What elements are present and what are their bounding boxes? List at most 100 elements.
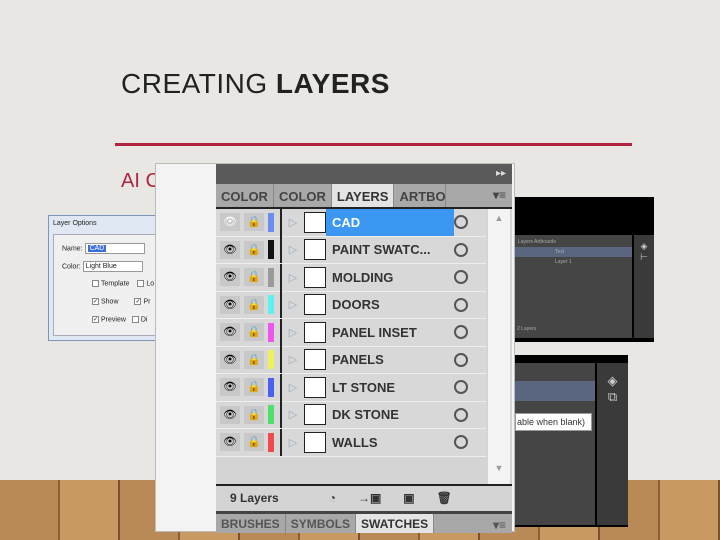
dim-label: Di: [140, 316, 148, 324]
cc-layer-row[interactable]: Layer 1: [515, 257, 632, 267]
layer-row[interactable]: 👁 🔒 ▷ LT STONE: [216, 373, 486, 402]
divider: [280, 236, 282, 264]
layer-row[interactable]: 👁 🔒 ▷ DK STONE: [216, 401, 486, 429]
divider: [280, 373, 282, 401]
layer-name: DK STONE: [332, 407, 399, 423]
new-layer-icon[interactable]: ▣: [403, 491, 414, 505]
expand-triangle-icon[interactable]: ▷: [286, 216, 300, 229]
expand-triangle-icon[interactable]: ▷: [286, 408, 300, 421]
target-circle-icon[interactable]: [454, 297, 468, 312]
lock-icon[interactable]: 🔒: [244, 323, 264, 342]
tab-layers[interactable]: LAYERS: [331, 184, 395, 207]
layer-row[interactable]: 👁 🔒 ▷ WALLS: [216, 428, 486, 457]
expand-triangle-icon[interactable]: ▷: [286, 381, 300, 394]
dim-checkbox[interactable]: [131, 316, 139, 323]
name-field[interactable]: CAD: [84, 243, 145, 254]
lock-icon[interactable]: 🔒: [244, 240, 264, 259]
layer-thumbnail: [304, 404, 326, 426]
eye-icon[interactable]: 👁: [220, 405, 240, 424]
layer-row[interactable]: 👁 🔒 ▷ MOLDING: [216, 263, 486, 292]
lock-icon[interactable]: 🔒: [244, 433, 264, 452]
layer-thumbnail: [304, 239, 326, 261]
tab-artboards[interactable]: ARTBO: [394, 184, 447, 207]
layer-list: 👁 🔒 ▷ CAD 👁 🔒 ▷ PAINT SWATC... 👁 🔒 ▷ MOLDING 👁 🔒 ▷ DOOR…: [216, 208, 486, 457]
preview-checkbox[interactable]: ✓: [92, 316, 99, 323]
cc-layer-row-selected[interactable]: [515, 381, 595, 401]
divider: [280, 291, 282, 319]
dialog-title: Layer Options: [53, 220, 97, 227]
tab-symbols[interactable]: SYMBOLS: [286, 514, 357, 533]
eye-icon[interactable]: 👁: [220, 240, 240, 259]
name-label: Name:: [62, 245, 83, 253]
lock-icon[interactable]: 🔒: [244, 378, 264, 397]
eye-icon[interactable]: 👁: [220, 350, 240, 369]
cc-layers-panel-screenshot: Layers Artboards Text Layer 1 2 Layers ◈…: [515, 197, 654, 342]
eye-icon[interactable]: 👁: [220, 295, 240, 314]
expand-triangle-icon[interactable]: ▷: [286, 243, 300, 256]
expand-triangle-icon[interactable]: ▷: [286, 436, 300, 449]
layer-name: CAD: [326, 209, 454, 236]
cc-tab-layers[interactable]: Layers: [518, 239, 533, 245]
lock-icon[interactable]: 🔒: [244, 350, 264, 369]
layer-name: PAINT SWATC...: [332, 242, 431, 258]
target-circle-icon[interactable]: [454, 242, 468, 257]
collapse-panel-button[interactable]: ▸▸: [216, 164, 512, 184]
layer-row[interactable]: 👁 🔒 ▷ PAINT SWATC...: [216, 236, 486, 264]
target-circle-icon[interactable]: [454, 325, 468, 340]
eye-icon[interactable]: 👁: [220, 268, 240, 287]
target-circle-icon[interactable]: [454, 270, 468, 285]
artboards-icon[interactable]: ⧉: [597, 389, 628, 405]
color-label: Color:: [62, 263, 81, 271]
template-checkbox[interactable]: [92, 280, 99, 287]
show-label: Show: [101, 298, 119, 306]
slide-title: CREATING LAYERS: [121, 68, 390, 99]
eye-icon[interactable]: 👁: [220, 213, 240, 232]
tooltip: able when blank): [515, 413, 592, 431]
print-checkbox[interactable]: ✓: [134, 298, 142, 305]
expand-triangle-icon[interactable]: ▷: [286, 298, 300, 311]
layer-row[interactable]: 👁 🔒 ▷ CAD: [216, 208, 486, 237]
lock-icon[interactable]: 🔒: [244, 405, 264, 424]
panel-footer: 9 Layers ◔ →▣ ▣ 🗑: [216, 484, 512, 510]
layer-row[interactable]: 👁 🔒 ▷ PANELS: [216, 346, 486, 374]
layer-row[interactable]: 👁 🔒 ▷ DOORS: [216, 291, 486, 319]
show-checkbox[interactable]: ✓: [92, 298, 99, 305]
target-circle-icon[interactable]: [454, 407, 468, 422]
target-circle-icon[interactable]: [454, 380, 468, 395]
lock-icon[interactable]: 🔒: [244, 268, 264, 287]
tab-color-guide[interactable]: COLOR: [274, 184, 332, 207]
target-circle-icon[interactable]: [454, 352, 468, 367]
expand-triangle-icon[interactable]: ▷: [286, 326, 300, 339]
layers-icon[interactable]: ◈: [597, 373, 628, 389]
make-clipping-mask-icon[interactable]: ◔: [329, 491, 336, 505]
trash-icon[interactable]: 🗑: [437, 491, 452, 505]
divider: [280, 318, 282, 346]
eye-icon[interactable]: 👁: [220, 378, 240, 397]
layers-icon[interactable]: ◈: [634, 241, 654, 252]
tab-color[interactable]: COLOR: [216, 184, 274, 207]
expand-triangle-icon[interactable]: ▷: [286, 353, 300, 366]
lock-icon[interactable]: 🔒: [244, 213, 264, 232]
divider: [280, 401, 282, 429]
artboards-icon[interactable]: ⊢: [634, 252, 654, 263]
panel-menu-icon[interactable]: ▾≡: [487, 184, 512, 207]
layer-row[interactable]: 👁 🔒 ▷ PANEL INSET: [216, 318, 486, 347]
eye-icon[interactable]: 👁: [220, 433, 240, 452]
tab-swatches[interactable]: SWATCHES: [356, 514, 435, 533]
cc-layer-row[interactable]: Text: [515, 247, 632, 257]
create-sublayer-icon[interactable]: →▣: [358, 491, 381, 505]
expand-triangle-icon[interactable]: ▷: [286, 271, 300, 284]
bottom-panel-menu-icon[interactable]: ▾≡: [487, 514, 512, 533]
eye-icon[interactable]: 👁: [220, 323, 240, 342]
cc-tab-artboards[interactable]: Artboards: [534, 239, 556, 245]
layer-thumbnail: [304, 294, 326, 316]
scrollbar[interactable]: ▲ ▼: [488, 209, 510, 484]
title-divider: [115, 143, 632, 146]
target-circle-icon[interactable]: [454, 435, 468, 450]
layer-name: PANELS: [332, 352, 384, 368]
target-circle-icon[interactable]: [454, 215, 468, 230]
lock-checkbox[interactable]: [137, 280, 145, 287]
color-select[interactable]: Light Blue: [82, 261, 143, 272]
tab-brushes[interactable]: BRUSHES: [216, 514, 286, 533]
lock-icon[interactable]: 🔒: [244, 295, 264, 314]
